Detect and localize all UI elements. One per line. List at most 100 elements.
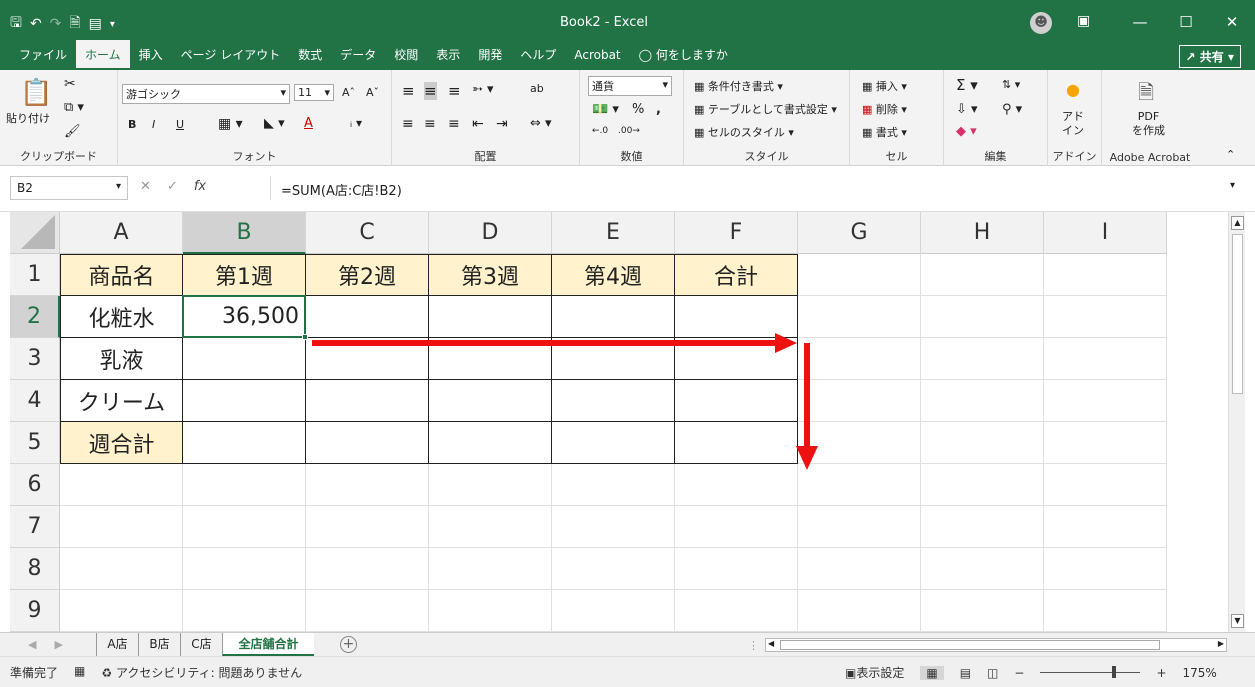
- align-bottom-icon[interactable]: ≡: [448, 82, 461, 100]
- cell-f1[interactable]: 合計: [675, 254, 798, 296]
- percent-button[interactable]: %: [632, 102, 644, 117]
- scroll-left-icon[interactable]: ◀: [768, 639, 774, 648]
- macro-record-icon[interactable]: ▦: [74, 664, 85, 681]
- cell-styles-button[interactable]: ▦ セルのスタイル ▾: [694, 124, 794, 140]
- zoom-out-icon[interactable]: −: [1014, 666, 1024, 680]
- clear-icon[interactable]: ◆ ▾: [956, 124, 977, 139]
- align-right-icon[interactable]: ≡: [448, 116, 460, 132]
- create-pdf-button[interactable]: PDF を作成: [1132, 110, 1165, 138]
- insert-cells-button[interactable]: ▦ 挿入 ▾: [862, 78, 907, 94]
- tab-acrobat[interactable]: Acrobat: [565, 40, 629, 70]
- paste-button[interactable]: 貼り付け: [6, 110, 50, 126]
- format-as-table-button[interactable]: ▦ テーブルとして書式設定 ▾: [694, 101, 837, 117]
- user-avatar-icon[interactable]: ☻: [1030, 12, 1052, 34]
- collapse-ribbon-icon[interactable]: ⌃: [1226, 148, 1235, 161]
- cell-h6[interactable]: [921, 464, 1044, 506]
- column-header-c[interactable]: C: [306, 212, 429, 254]
- row-header-5[interactable]: 5: [10, 422, 60, 464]
- cell-c1[interactable]: 第2週: [306, 254, 429, 296]
- delete-cells-button[interactable]: ▦ 削除 ▾: [862, 101, 907, 117]
- cell-c4[interactable]: [306, 380, 429, 422]
- prev-sheet-icon[interactable]: ◀: [28, 638, 36, 651]
- cell-f7[interactable]: [675, 506, 798, 548]
- tab-formulas[interactable]: 数式: [289, 40, 331, 70]
- column-header-e[interactable]: E: [552, 212, 675, 254]
- cell-d9[interactable]: [429, 590, 552, 632]
- ribbon-display-icon[interactable]: ▣: [1077, 13, 1090, 29]
- cell-d2[interactable]: [429, 296, 552, 338]
- addins-button[interactable]: アド イン: [1062, 110, 1084, 138]
- cell-g9[interactable]: [798, 590, 921, 632]
- vertical-scroll-thumb[interactable]: [1232, 234, 1243, 394]
- page-layout-view-icon[interactable]: ▤: [960, 666, 971, 680]
- zoom-level[interactable]: 175%: [1183, 666, 1217, 680]
- cell-e9[interactable]: [552, 590, 675, 632]
- tab-insert[interactable]: 挿入: [130, 40, 172, 70]
- formula-input[interactable]: =SUM(A店:C店!B2): [270, 176, 1230, 200]
- new-doc-icon[interactable]: 🗎: [69, 12, 80, 36]
- decrease-font-icon[interactable]: Aˇ: [366, 86, 379, 99]
- decrease-decimal-icon[interactable]: .00→: [618, 126, 640, 136]
- column-header-b[interactable]: B: [183, 212, 306, 254]
- cell-h7[interactable]: [921, 506, 1044, 548]
- worksheet-grid[interactable]: ABCDEFGHI 123456789 商品名 第1週 第2週 第3週 第4週 合計 化粧水…: [10, 212, 1227, 632]
- row-header-1[interactable]: 1: [10, 254, 60, 296]
- bold-button[interactable]: B: [128, 118, 136, 131]
- cell-c7[interactable]: [306, 506, 429, 548]
- column-header-a[interactable]: A: [60, 212, 183, 254]
- pdf-icon[interactable]: 🗎: [1138, 78, 1154, 112]
- cell-i4[interactable]: [1044, 380, 1167, 422]
- accounting-icon[interactable]: 💵 ▾: [592, 102, 619, 117]
- save-icon[interactable]: 🖫: [10, 12, 22, 36]
- customize-icon[interactable]: ▾: [110, 19, 115, 30]
- horizontal-scrollbar[interactable]: ◀ ▶: [765, 638, 1227, 652]
- row-header-4[interactable]: 4: [10, 380, 60, 422]
- font-color-icon[interactable]: A: [304, 116, 313, 131]
- tab-help[interactable]: ヘルプ: [511, 40, 565, 70]
- cell-g1[interactable]: [798, 254, 921, 296]
- cell-c6[interactable]: [306, 464, 429, 506]
- cell-i9[interactable]: [1044, 590, 1167, 632]
- cell-b5[interactable]: [183, 422, 306, 464]
- zoom-slider[interactable]: [1040, 666, 1141, 678]
- redo-icon[interactable]: ↷: [50, 16, 62, 32]
- cancel-icon[interactable]: ✕: [140, 179, 151, 194]
- cell-a1[interactable]: 商品名: [60, 254, 183, 296]
- cell-b6[interactable]: [183, 464, 306, 506]
- accessibility-status[interactable]: ♻ アクセシビリティ: 問題ありません: [101, 664, 302, 681]
- tab-view[interactable]: 表示: [427, 40, 469, 70]
- cell-a7[interactable]: [60, 506, 183, 548]
- cell-i3[interactable]: [1044, 338, 1167, 380]
- font-size-select[interactable]: 11 ▾: [294, 84, 334, 101]
- cell-e5[interactable]: [552, 422, 675, 464]
- share-button[interactable]: ↗ 共有 ▾: [1178, 45, 1241, 68]
- horizontal-scroll-thumb[interactable]: [780, 640, 1160, 650]
- cell-c9[interactable]: [306, 590, 429, 632]
- align-top-icon[interactable]: ≡: [402, 82, 415, 100]
- cell-h1[interactable]: [921, 254, 1044, 296]
- cell-i6[interactable]: [1044, 464, 1167, 506]
- cell-h5[interactable]: [921, 422, 1044, 464]
- fill-icon[interactable]: ⇩ ▾: [956, 102, 978, 117]
- row-header-2[interactable]: 2: [10, 296, 60, 338]
- align-left-icon[interactable]: ≡: [402, 116, 414, 132]
- cell-b9[interactable]: [183, 590, 306, 632]
- cell-c5[interactable]: [306, 422, 429, 464]
- cell-f6[interactable]: [675, 464, 798, 506]
- name-box[interactable]: B2 ▾: [10, 176, 128, 200]
- row-header-6[interactable]: 6: [10, 464, 60, 506]
- cell-a4[interactable]: クリーム: [60, 380, 183, 422]
- scroll-right-icon[interactable]: ▶: [1218, 639, 1224, 648]
- number-format-select[interactable]: 通貨 ▾: [588, 76, 672, 96]
- cell-d1[interactable]: 第3週: [429, 254, 552, 296]
- merge-icon[interactable]: ⇔ ▾: [530, 116, 552, 131]
- display-settings-button[interactable]: ▣表示設定: [845, 664, 904, 681]
- cell-a2[interactable]: 化粧水: [60, 296, 183, 338]
- addins-icon[interactable]: ●: [1066, 80, 1080, 99]
- cell-f8[interactable]: [675, 548, 798, 590]
- cell-i2[interactable]: [1044, 296, 1167, 338]
- cell-d4[interactable]: [429, 380, 552, 422]
- cell-a6[interactable]: [60, 464, 183, 506]
- column-header-g[interactable]: G: [798, 212, 921, 254]
- column-header-d[interactable]: D: [429, 212, 552, 254]
